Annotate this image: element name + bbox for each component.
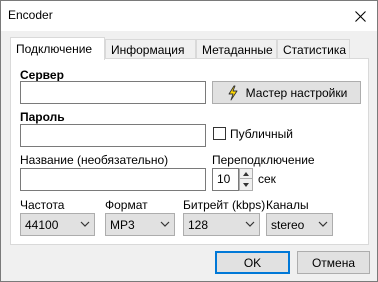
close-icon <box>354 10 366 22</box>
server-input[interactable] <box>20 81 206 104</box>
wizard-button-label: Мастер настройки <box>245 85 348 100</box>
chevron-down-icon <box>318 221 328 227</box>
spin-down-button[interactable] <box>240 180 252 190</box>
close-button[interactable] <box>349 5 371 27</box>
frequency-label: Частота <box>20 198 65 212</box>
cancel-button[interactable]: Отмена <box>297 251 370 274</box>
format-label: Формат <box>105 198 148 212</box>
spin-up-button[interactable] <box>240 169 252 179</box>
password-input[interactable] <box>20 124 206 147</box>
wizard-button[interactable]: Мастер настройки <box>212 81 361 104</box>
name-label: Название (необязательно) <box>20 153 169 167</box>
channels-label: Каналы <box>266 198 309 212</box>
window-title: Encoder <box>8 8 53 22</box>
public-checkbox[interactable] <box>213 127 226 140</box>
password-label: Пароль <box>20 110 65 124</box>
frequency-select[interactable]: 44100 <box>20 213 95 236</box>
encoder-window: Encoder Подключение Информация Метаданны… <box>0 0 378 282</box>
public-label: Публичный <box>230 127 294 141</box>
arrow-up-icon <box>243 171 249 176</box>
channels-value: stereo <box>271 218 305 232</box>
bitrate-label: Битрейт (kbps) <box>183 198 266 212</box>
chevron-down-icon <box>80 221 90 227</box>
channels-select[interactable]: stereo <box>266 213 333 236</box>
tab-metadata[interactable]: Метаданные <box>196 39 277 59</box>
reconnect-label: Переподключение <box>212 153 315 167</box>
title-bar: Encoder <box>1 1 377 31</box>
arrow-down-icon <box>243 183 249 187</box>
tab-connection[interactable]: Подключение <box>10 37 105 60</box>
format-select[interactable]: MP3 <box>105 213 175 236</box>
chevron-down-icon <box>245 221 255 227</box>
reconnect-unit: сек <box>258 172 276 186</box>
reconnect-input[interactable]: 10 <box>212 168 239 191</box>
tab-information[interactable]: Информация <box>105 39 196 59</box>
ok-button[interactable]: OK <box>215 251 290 274</box>
tab-statistics[interactable]: Статистика <box>277 39 350 59</box>
connection-panel: Сервер Мастер настройки Пароль Публичный… <box>10 58 369 245</box>
frequency-value: 44100 <box>25 218 59 232</box>
chevron-down-icon <box>160 221 170 227</box>
bitrate-select[interactable]: 128 <box>183 213 260 236</box>
lightning-icon <box>228 85 238 100</box>
name-input[interactable] <box>20 168 206 191</box>
reconnect-spinner[interactable] <box>239 168 253 191</box>
format-value: MP3 <box>110 218 135 232</box>
server-label: Сервер <box>20 68 64 82</box>
bitrate-value: 128 <box>188 218 209 232</box>
